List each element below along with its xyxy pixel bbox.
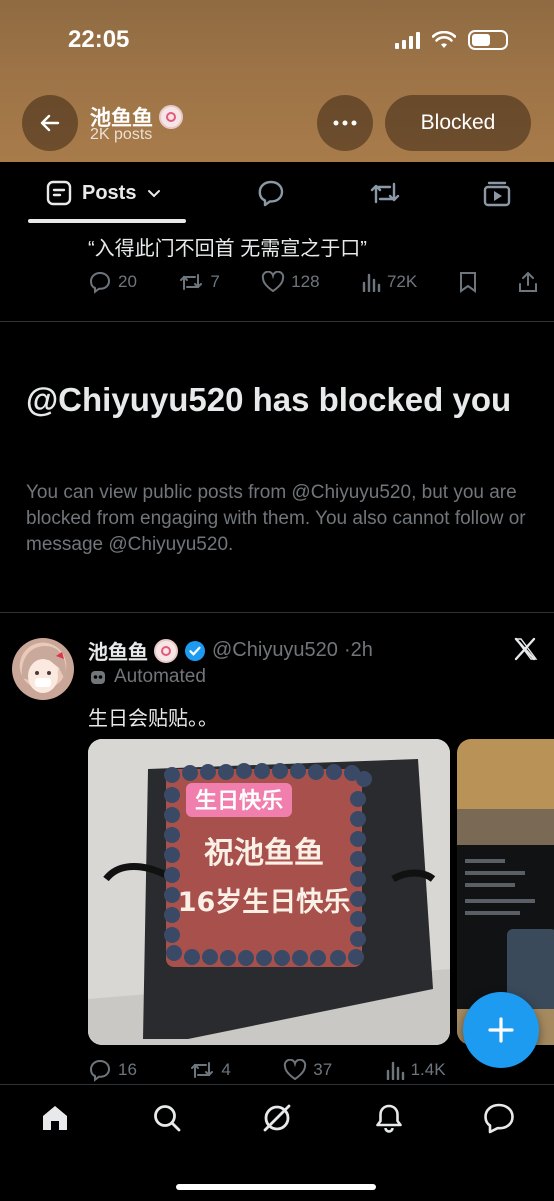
nav-messages[interactable] [479, 1098, 519, 1138]
cake-top-text: 生日快乐 [195, 789, 283, 814]
views-icon [386, 1061, 404, 1080]
back-button[interactable] [22, 95, 78, 151]
tweet-text: 生日会贴贴。。 [88, 708, 218, 730]
bookmark-icon [459, 272, 476, 293]
chat-bubble-icon [484, 1103, 514, 1134]
tweet-time: ·2h [343, 639, 373, 661]
post-actions: 20 7 128 72K [88, 270, 538, 294]
avatar[interactable] [12, 638, 74, 700]
emoji-badge-icon [154, 638, 178, 663]
wifi-icon [432, 31, 456, 48]
cake-line-1: 祝池鱼鱼 [204, 836, 324, 871]
x-logo-icon [513, 636, 539, 667]
compose-post-button[interactable] [463, 992, 539, 1068]
posts-icon [46, 180, 72, 206]
battery-icon [468, 30, 508, 50]
tweet-header: 池鱼鱼 @Chiyuyu520 ·2h [88, 636, 373, 665]
repost-count: 7 [210, 272, 220, 291]
nav-notifications[interactable] [369, 1098, 409, 1138]
more-options-button[interactable] [317, 95, 373, 151]
home-indicator [176, 1184, 376, 1190]
bell-icon [376, 1104, 402, 1133]
cake-line-2: 16岁生日快乐 [178, 887, 351, 918]
reply-icon [258, 180, 284, 207]
repost-count: 4 [221, 1060, 231, 1079]
active-tab-indicator [28, 219, 186, 223]
views-button[interactable]: 72K [361, 272, 417, 292]
like-button[interactable]: 128 [261, 271, 320, 293]
share-button[interactable] [518, 271, 538, 293]
posts-count: 2K posts [90, 126, 153, 143]
reply-icon [89, 1059, 111, 1082]
nav-search[interactable] [147, 1098, 187, 1138]
status-time: 22:05 [68, 26, 130, 53]
bookmark-button[interactable] [459, 271, 477, 293]
heart-icon [262, 271, 285, 293]
plus-icon [488, 1017, 514, 1043]
tweet-actions: 16 4 37 1.4K [88, 1058, 538, 1082]
views-count: 72K [386, 272, 418, 291]
verified-badge-icon [185, 640, 205, 661]
reply-count: 20 [118, 272, 137, 291]
tweet-author-name[interactable]: 池鱼鱼 [88, 636, 148, 665]
blocked-title: @Chiyuyu520 has blocked you [26, 381, 512, 418]
post-text: “入得此门不回首 无需宣之于口” [88, 238, 367, 260]
tab-reposts[interactable] [368, 178, 402, 213]
search-icon [154, 1105, 181, 1132]
home-icon [43, 1106, 67, 1130]
repost-icon [180, 274, 203, 290]
bot-icon [91, 671, 105, 684]
reply-button[interactable]: 16 [88, 1058, 137, 1082]
cake-photo: 生日快乐 祝池鱼鱼 16岁生日快乐 [88, 739, 450, 1045]
ellipsis-icon [333, 120, 357, 126]
divider [0, 612, 554, 613]
automated-label: Automated [88, 666, 206, 688]
arrow-left-icon [40, 114, 60, 132]
status-icons [395, 30, 508, 50]
share-icon [518, 271, 537, 292]
nav-grok[interactable] [257, 1098, 297, 1138]
tab-media[interactable] [482, 180, 512, 213]
reply-count: 16 [118, 1060, 137, 1079]
like-button[interactable]: 37 [283, 1059, 332, 1081]
grok-icon [263, 1104, 291, 1132]
like-count: 128 [291, 272, 320, 291]
blocked-button[interactable]: Blocked [385, 95, 531, 151]
blocked-description: You can view public posts from @Chiyuyu5… [26, 482, 526, 555]
reply-button[interactable]: 20 [88, 270, 137, 294]
repost-icon [191, 1062, 214, 1078]
views-count: 1.4K [410, 1060, 446, 1079]
tab-replies[interactable] [256, 178, 286, 213]
avatar-illustration [21, 646, 66, 693]
tab-posts-label: Posts [82, 181, 137, 204]
divider [0, 321, 554, 322]
tweet-handle[interactable]: @Chiyuyu520 [212, 639, 338, 662]
repost-button[interactable]: 7 [178, 271, 220, 293]
automated-text: Automated [114, 666, 206, 687]
like-count: 37 [313, 1060, 333, 1079]
nav-home[interactable] [35, 1098, 75, 1138]
repost-button[interactable]: 4 [189, 1059, 231, 1081]
reply-icon [89, 271, 111, 294]
heart-icon [284, 1059, 307, 1081]
views-button[interactable]: 1.4K [385, 1060, 446, 1080]
tab-posts[interactable]: Posts [46, 180, 162, 206]
repost-icon [370, 182, 400, 204]
profile-emoji-badge-icon [159, 105, 183, 129]
tweet-image-cake[interactable]: 生日快乐 祝池鱼鱼 16岁生日快乐 [88, 739, 450, 1045]
chevron-down-icon [148, 190, 161, 198]
views-icon [362, 273, 381, 292]
signal-icon [395, 31, 420, 49]
video-icon [483, 181, 511, 207]
